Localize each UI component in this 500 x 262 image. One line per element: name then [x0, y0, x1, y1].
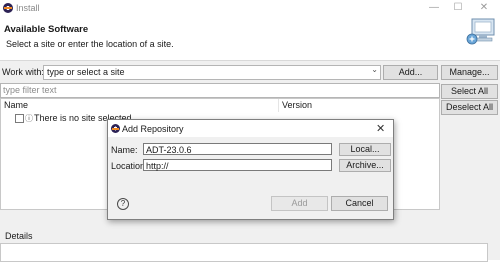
details-panel [0, 243, 488, 262]
close-icon[interactable]: ✕ [376, 122, 385, 135]
window-titlebar: Install — ☐ ✕ [0, 0, 500, 16]
dialog-body: Name: ADT-23.0.6 Local... Location: http… [108, 137, 393, 219]
window-title: Install [16, 3, 40, 13]
minimize-icon[interactable]: — [424, 1, 444, 14]
select-all-button[interactable]: Select All [441, 84, 498, 99]
work-with-label: Work with: [2, 67, 44, 77]
row-checkbox[interactable] [15, 114, 24, 123]
name-label: Name: [111, 145, 138, 155]
name-field[interactable]: ADT-23.0.6 [143, 143, 332, 155]
eclipse-dialog-icon [111, 124, 120, 133]
archive-button[interactable]: Archive... [339, 159, 391, 172]
install-wizard-icon [466, 18, 495, 45]
close-icon[interactable]: ✕ [474, 1, 494, 14]
info-icon: ⓘ [25, 114, 33, 123]
location-field[interactable]: http:// [143, 159, 332, 171]
page-description: Select a site or enter the location of a… [6, 39, 174, 49]
dialog-title: Add Repository [122, 124, 184, 134]
add-button[interactable]: Add [271, 196, 328, 211]
maximize-icon[interactable]: ☐ [448, 1, 468, 14]
local-button[interactable]: Local... [339, 143, 391, 156]
cancel-button[interactable]: Cancel [331, 196, 388, 211]
work-with-combo[interactable]: type or select a site ⌄ [43, 65, 381, 80]
manage-button[interactable]: Manage... [441, 65, 498, 80]
work-with-value: type or select a site [47, 67, 125, 77]
details-label: Details [5, 231, 33, 241]
deselect-all-button[interactable]: Deselect All [441, 100, 498, 115]
eclipse-app-icon [3, 3, 13, 13]
chevron-down-icon[interactable]: ⌄ [371, 65, 378, 74]
add-repository-dialog: Add Repository ✕ Name: ADT-23.0.6 Local.… [107, 119, 394, 220]
column-header-version[interactable]: Version [282, 99, 437, 112]
filter-input[interactable]: type filter text [0, 83, 440, 98]
filter-placeholder: type filter text [3, 85, 57, 95]
column-header-name[interactable]: Name [4, 99, 279, 112]
help-icon[interactable]: ? [117, 198, 129, 210]
add-site-button[interactable]: Add... [383, 65, 438, 80]
page-title: Available Software [4, 24, 89, 35]
